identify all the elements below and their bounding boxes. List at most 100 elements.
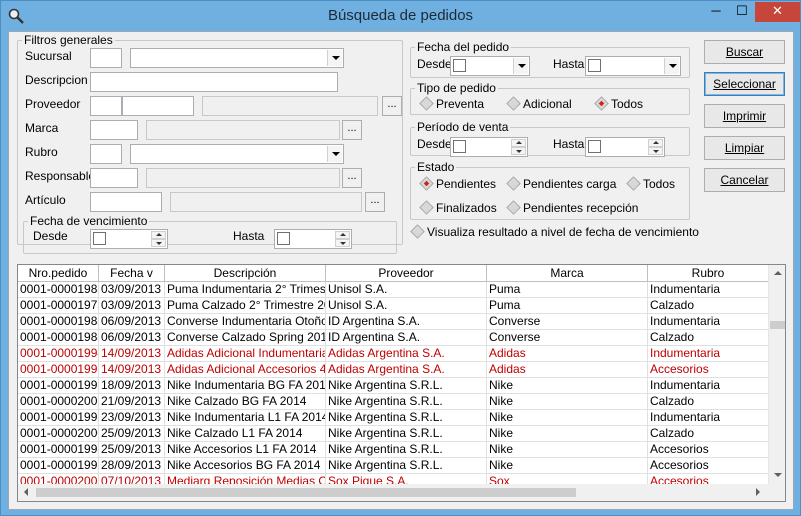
periodo-desde-picker[interactable] (450, 137, 528, 157)
table-cell: Calzado (648, 426, 769, 442)
table-row[interactable]: 0001-00001985 06/09/2013 Converse Indument… (18, 314, 769, 330)
minimize-button[interactable]: ─ (703, 2, 729, 22)
table-cell: Nike (487, 378, 648, 394)
seleccionar-button[interactable]: Seleccionar (704, 72, 785, 96)
limpiar-button[interactable]: Limpiar (704, 136, 785, 160)
articulo-browse-button[interactable]: ... (365, 192, 385, 212)
chevron-down-icon[interactable] (327, 50, 342, 66)
periodo-hasta-picker[interactable] (585, 137, 665, 157)
chevron-down-icon[interactable] (327, 146, 342, 162)
proveedor-code-input[interactable] (90, 96, 122, 116)
responsable-browse-button[interactable]: ... (342, 168, 362, 188)
scroll-right-icon[interactable] (756, 488, 760, 496)
sucursal-select[interactable] (130, 48, 344, 68)
spin-down-icon[interactable] (511, 147, 526, 155)
column-header[interactable]: Rubro (648, 265, 769, 282)
pedido-desde-picker[interactable] (450, 56, 530, 76)
date-checkbox[interactable] (588, 140, 601, 153)
spin-up-icon[interactable] (335, 231, 350, 239)
table-cell: Nike Argentina S.R.L. (326, 410, 487, 426)
table-row[interactable]: 0001-00001997 18/09/2013 Nike Indumentaria… (18, 378, 769, 394)
proveedor-sub-input[interactable] (122, 96, 194, 116)
date-checkbox[interactable] (588, 59, 601, 72)
horizontal-scrollbar[interactable] (18, 484, 770, 501)
column-header[interactable]: Proveedor (326, 265, 487, 282)
estado-finalizados-radio[interactable]: Finalizados (419, 200, 497, 217)
table-row[interactable]: 0001-00001981 03/09/2013 Puma Indumentaria… (18, 282, 769, 298)
spin-down-icon[interactable] (648, 147, 663, 155)
table-row[interactable]: 0001-00001999 28/09/2013 Nike Accesorios B… (18, 458, 769, 474)
sucursal-label: Sucursal (25, 49, 72, 63)
scroll-up-icon[interactable] (774, 271, 782, 275)
table-cell: 14/09/2013 (99, 362, 165, 378)
scroll-down-icon[interactable] (774, 473, 782, 477)
pedido-hasta-picker[interactable] (585, 56, 681, 76)
vertical-scrollbar[interactable] (768, 265, 785, 485)
scroll-thumb[interactable] (36, 488, 576, 497)
date-checkbox[interactable] (93, 232, 106, 245)
responsable-code-input[interactable] (90, 168, 138, 188)
maximize-button[interactable]: ☐ (729, 2, 755, 22)
date-checkbox[interactable] (277, 232, 290, 245)
chevron-down-icon[interactable] (664, 58, 679, 74)
tipo-todos-label: Todos (611, 97, 644, 111)
date-checkbox[interactable] (453, 59, 466, 72)
buscar-button[interactable]: Buscar (704, 40, 785, 64)
scroll-left-icon[interactable] (24, 488, 28, 496)
date-checkbox[interactable] (453, 140, 466, 153)
table-row[interactable]: 0001-00002000 25/09/2013 Nike Calzado L1 F… (18, 426, 769, 442)
marca-name-field (146, 120, 340, 140)
scroll-thumb[interactable] (770, 321, 785, 329)
spin-up-icon[interactable] (151, 231, 166, 239)
tipo-adicional-radio[interactable]: Adicional (506, 96, 572, 113)
marca-browse-button[interactable]: ... (342, 120, 362, 140)
proveedor-name-field (202, 96, 378, 116)
table-row[interactable]: 0001-00001983 06/09/2013 Converse Calzado … (18, 330, 769, 346)
rubro-code-input[interactable] (90, 144, 122, 164)
table-row[interactable]: 0001-00001996 23/09/2013 Nike Indumentaria… (18, 410, 769, 426)
spin-down-icon[interactable] (151, 239, 166, 247)
table-row[interactable]: 0001-00001994 14/09/2013 Adidas Adicional … (18, 346, 769, 362)
estado-finalizados-label: Finalizados (436, 201, 497, 215)
table-row[interactable]: 0001-00002001 21/09/2013 Nike Calzado BG F… (18, 394, 769, 410)
rubro-select[interactable] (130, 144, 344, 164)
table-cell: Accesorios (648, 442, 769, 458)
estado-todos-radio[interactable]: Todos (626, 176, 675, 193)
sucursal-code-input[interactable] (90, 48, 122, 68)
column-header[interactable]: Descripción (165, 265, 326, 282)
table-cell: Indumentaria (648, 282, 769, 298)
imprimir-button[interactable]: Imprimir (704, 104, 785, 128)
table-row[interactable]: 0001-00001975 03/09/2013 Puma Calzado 2° T… (18, 298, 769, 314)
spin-up-icon[interactable] (511, 139, 526, 147)
chevron-down-icon[interactable] (513, 58, 528, 74)
cancelar-button[interactable]: Cancelar (704, 168, 785, 192)
table-row[interactable]: 0001-00001995 14/09/2013 Adidas Adicional … (18, 362, 769, 378)
table-row[interactable]: 0001-00001998 25/09/2013 Nike Accesorios L… (18, 442, 769, 458)
table-cell: 21/09/2013 (99, 394, 165, 410)
fecha-vencimiento-legend: Fecha de vencimiento (30, 214, 148, 228)
periodo-desde-label: Desde (417, 137, 452, 151)
estado-pendientes-recepcion-radio[interactable]: Pendientes recepción (506, 200, 638, 217)
marca-code-input[interactable] (90, 120, 138, 140)
radio-icon (626, 176, 641, 191)
proveedor-browse-button[interactable]: ... (382, 96, 402, 116)
tipo-todos-radio[interactable]: Todos (594, 96, 644, 113)
vencimiento-hasta-picker[interactable] (274, 229, 352, 249)
results-grid[interactable]: Nro.pedido Fecha v Descripción Proveedor Mar… (17, 264, 786, 502)
articulo-code-input[interactable] (90, 192, 162, 212)
vencimiento-desde-picker[interactable] (90, 229, 168, 249)
column-header[interactable]: Fecha v (99, 265, 165, 282)
estado-pendientes-carga-radio[interactable]: Pendientes carga (506, 176, 616, 193)
estado-pendientes-radio[interactable]: Pendientes (419, 176, 496, 193)
visualiza-vencimiento-checkbox[interactable]: Visualiza resultado a nivel de fecha de … (410, 224, 699, 241)
spin-down-icon[interactable] (335, 239, 350, 247)
spin-up-icon[interactable] (648, 139, 663, 147)
close-button[interactable]: ✕ (755, 2, 800, 22)
descripcion-input[interactable] (90, 72, 338, 92)
table-cell: 0001-00002001 (18, 394, 99, 410)
column-header[interactable]: Marca (487, 265, 648, 282)
table-cell: Adidas (487, 346, 648, 362)
tipo-preventa-radio[interactable]: Preventa (419, 96, 484, 113)
column-header[interactable]: Nro.pedido (18, 265, 99, 282)
table-cell: Puma (487, 298, 648, 314)
